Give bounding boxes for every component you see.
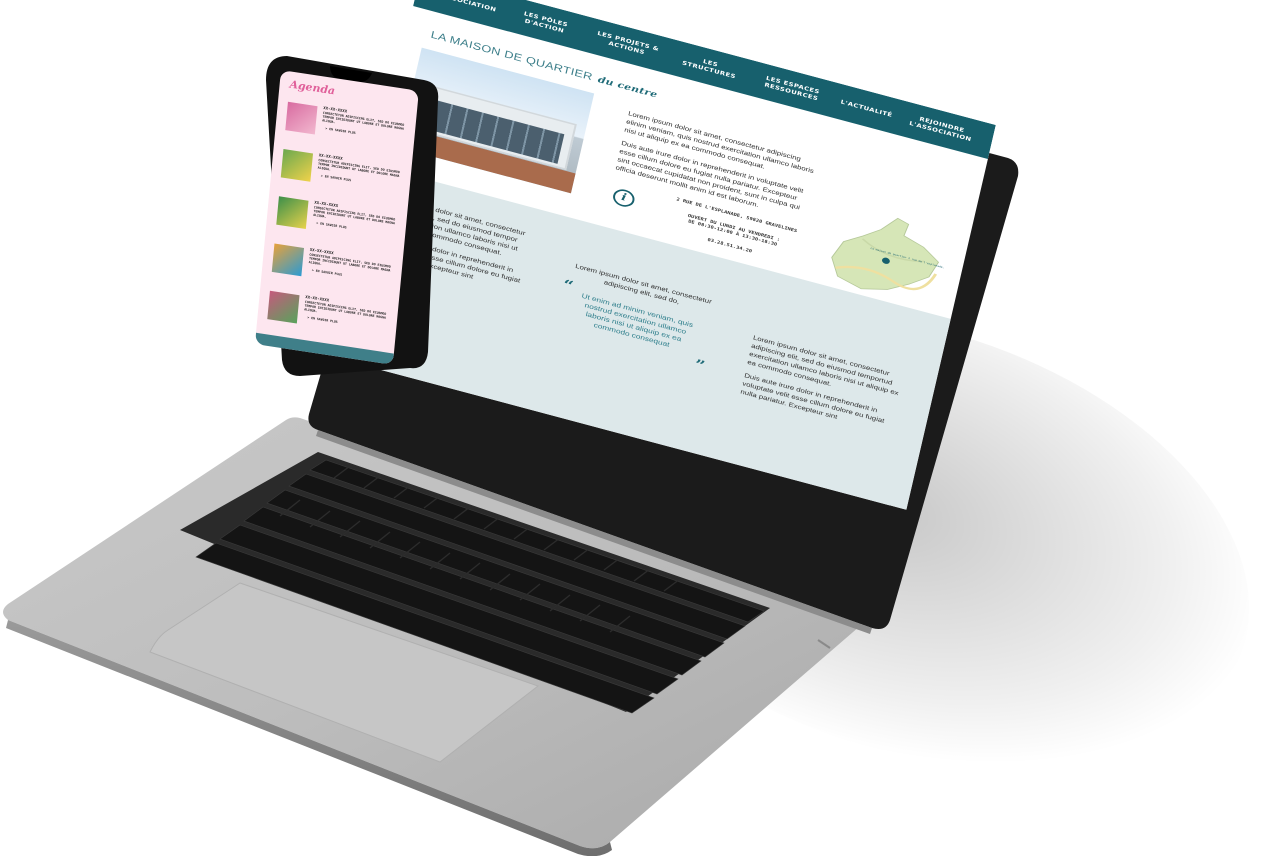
agenda-more-link[interactable]: > En savoir plus [325, 127, 356, 135]
agenda-more-link[interactable]: > En savoir plus [312, 268, 343, 276]
phone-device [266, 56, 439, 376]
agenda-more-link[interactable]: > En savoir plus [316, 221, 347, 229]
phone-screen: Agenda XX-XX-XXXX Consectetur adipiscing… [254, 70, 419, 365]
agenda-more-link[interactable]: > En savoir plus [321, 174, 352, 182]
agenda-thumbnail [276, 196, 309, 230]
agenda-thumbnail [271, 243, 305, 277]
agenda-thumbnail [285, 101, 318, 135]
agenda-thumbnail [267, 290, 300, 324]
agenda-more-link[interactable]: > En savoir plus [307, 316, 338, 324]
agenda-title: Agenda [289, 78, 336, 98]
agenda-thumbnail [280, 148, 314, 182]
